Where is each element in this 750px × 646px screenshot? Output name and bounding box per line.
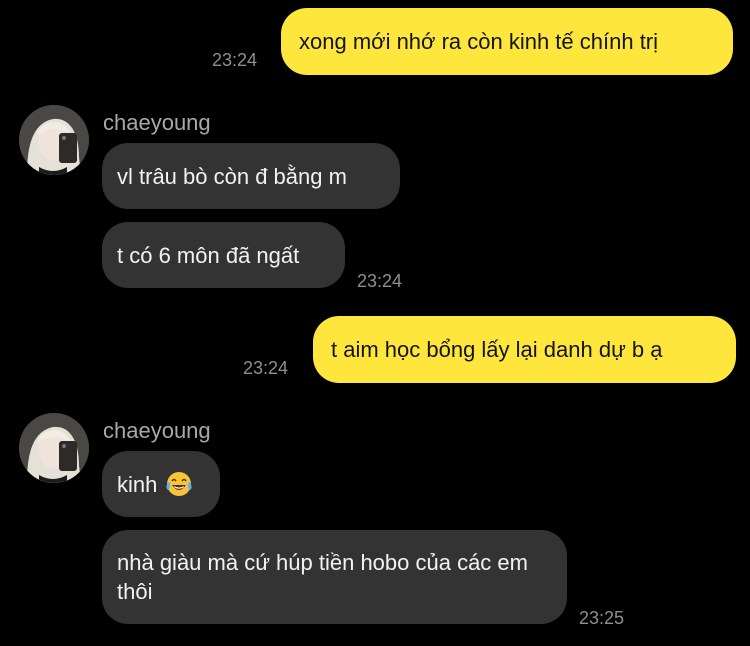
incoming-message-bubble[interactable]: vl trâu bò còn đ bằng m [102, 143, 400, 209]
message-timestamp: 23:24 [212, 50, 258, 70]
message-timestamp: 23:25 [579, 608, 625, 628]
incoming-message-bubble[interactable]: nhà giàu mà cứ húp tiền hobo của các em … [102, 530, 567, 624]
message-text: xong mới nhớ ra còn kinh tế chính trị [299, 29, 659, 54]
outgoing-message-bubble[interactable]: xong mới nhớ ra còn kinh tế chính trị [281, 8, 733, 75]
sender-avatar[interactable] [19, 105, 89, 175]
message-text: vl trâu bò còn đ bằng m [117, 163, 347, 189]
incoming-message-bubble[interactable]: t có 6 môn đã ngất [102, 222, 345, 288]
message-text: t có 6 môn đã ngất [117, 242, 300, 268]
message-text: kinh [117, 471, 158, 497]
avatar-photo [19, 105, 89, 175]
sender-name: chaeyoung [103, 418, 211, 443]
message-text: t aim học bổng lấy lại danh dự b ạ [331, 337, 663, 362]
sender-avatar[interactable] [19, 413, 89, 483]
laughing-tears-emoji-icon [166, 472, 192, 496]
incoming-message-bubble[interactable]: kinh [102, 451, 220, 517]
message-timestamp: 23:24 [243, 358, 289, 378]
avatar-photo [19, 413, 89, 483]
sender-name: chaeyoung [103, 110, 211, 135]
message-timestamp: 23:24 [357, 271, 403, 291]
message-text: nhà giàu mà cứ húp tiền hobo của các em … [117, 550, 528, 604]
outgoing-message-bubble[interactable]: t aim học bổng lấy lại danh dự b ạ [313, 316, 736, 383]
